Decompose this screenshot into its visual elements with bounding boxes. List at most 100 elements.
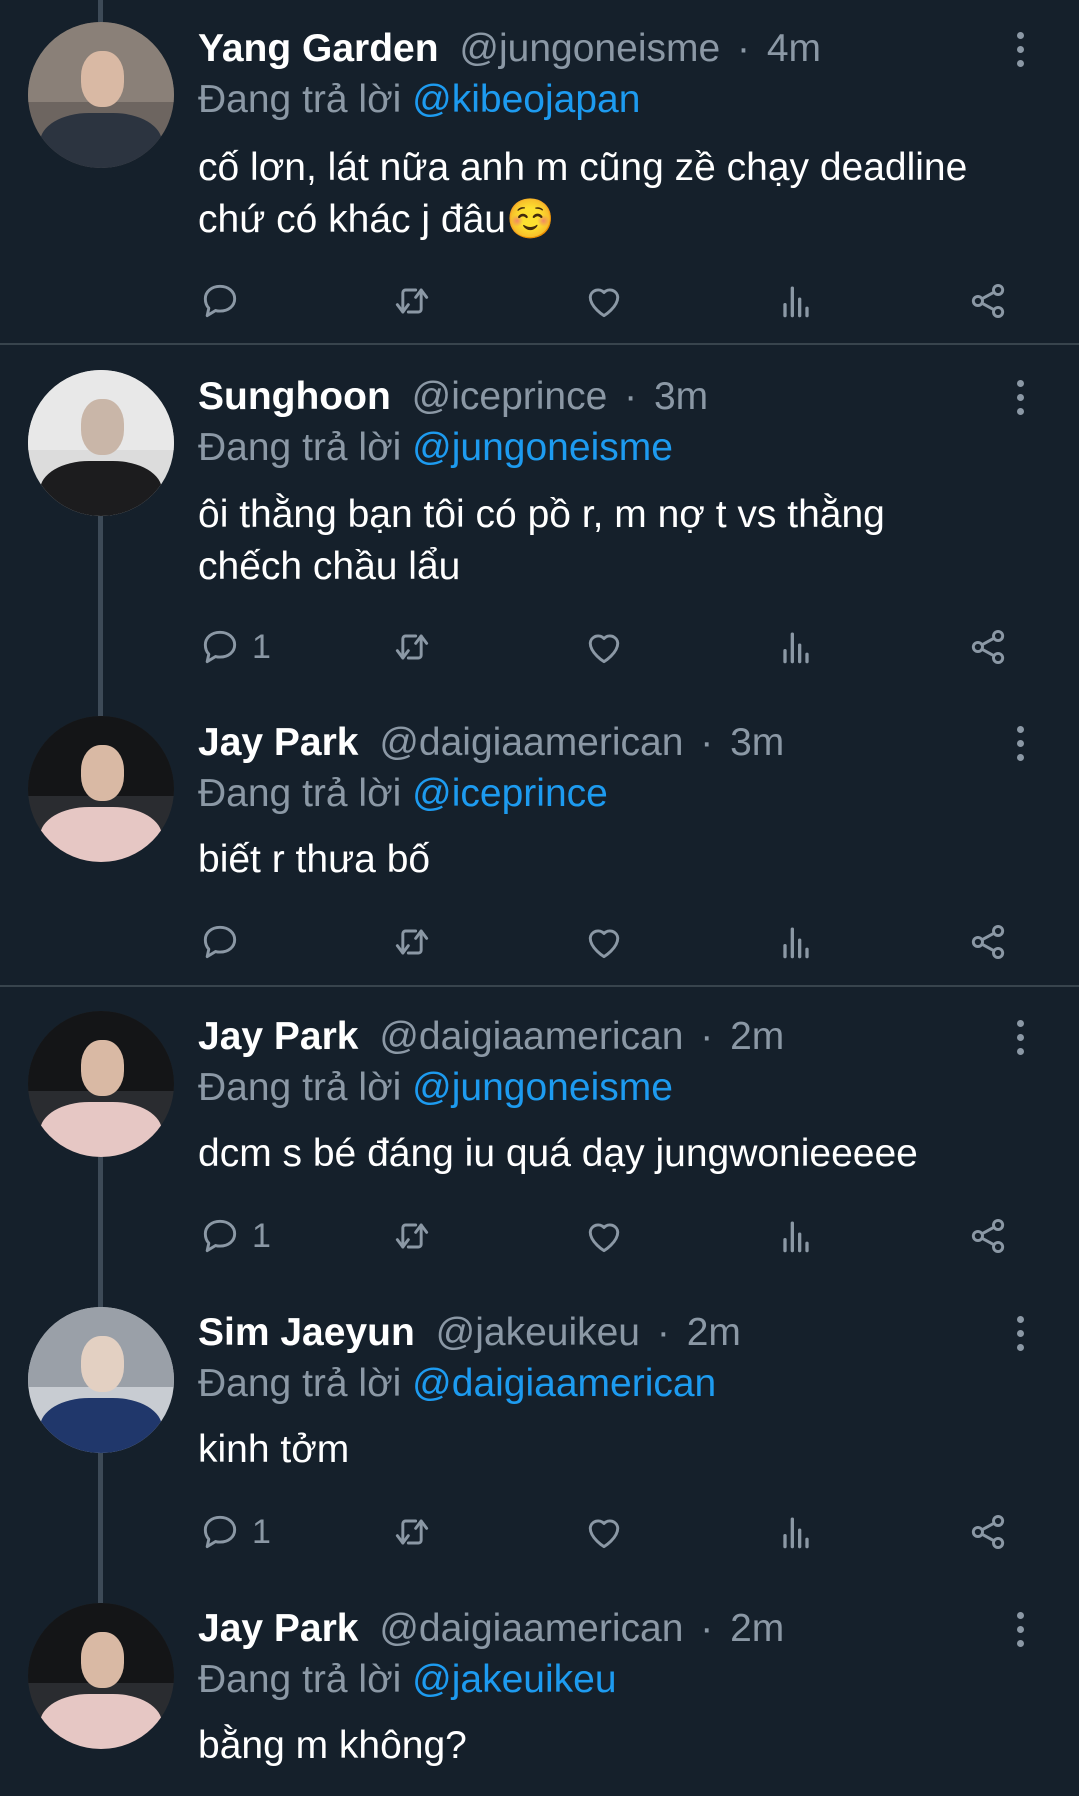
mention-link[interactable]: @kibeojapan [412, 78, 640, 121]
tweet-header: Sunghoon @iceprince · 3m [198, 372, 979, 422]
more-vertical-icon[interactable] [1010, 1018, 1030, 1058]
avatar[interactable] [28, 370, 174, 516]
tweet-text-line: kinh tởm [198, 1428, 350, 1471]
reply-button[interactable]: 1 [198, 622, 271, 672]
author-handle[interactable]: @daigiaamerican [379, 1015, 683, 1058]
tweet-text-line: chứ có khác j đâu☺️ [198, 198, 555, 241]
tweet-text: biết r thưa bố [198, 834, 1039, 886]
more-vertical-icon[interactable] [1010, 30, 1030, 70]
share-icon [971, 924, 1005, 960]
author-name[interactable]: Jay Park [198, 721, 358, 764]
tweet-text-line: cố lơn, lát nữa anh m cũng zề chạy deadl… [198, 146, 968, 189]
retweet-icon [395, 929, 429, 955]
views-chart-icon [783, 927, 809, 959]
author-handle[interactable]: @daigiaamerican [379, 1607, 683, 1650]
share-icon [971, 1514, 1005, 1550]
tweet-header: Sim Jaeyun @jakeuikeu · 2m [198, 1308, 979, 1358]
retweet-button[interactable] [390, 622, 434, 672]
avatar[interactable] [28, 1603, 174, 1749]
heart-icon [588, 1519, 620, 1549]
retweet-button[interactable] [390, 1507, 434, 1557]
timestamp[interactable]: 2m [730, 1607, 784, 1650]
tweet-2[interactable]: Sunghoon @iceprince · 3m Đang trả lời @j… [0, 345, 1079, 690]
retweet-icon [395, 634, 429, 660]
heart-icon [588, 288, 620, 318]
tweet-1[interactable]: Yang Garden @jungoneisme · 4m Đang trả l… [0, 0, 1079, 345]
views-button[interactable] [774, 276, 818, 326]
timestamp[interactable]: 4m [767, 27, 821, 70]
share-button[interactable] [966, 1507, 1010, 1557]
author-handle[interactable]: @jungoneisme [459, 27, 720, 70]
tweet-text-line: ôi thằng bạn tôi có pồ r, m nợ t vs thằn… [198, 493, 885, 536]
thread-line [98, 0, 103, 22]
reply-icon [203, 1219, 237, 1253]
separator-dot: · [700, 1607, 714, 1650]
timestamp[interactable]: 3m [730, 721, 784, 764]
avatar[interactable] [28, 22, 174, 168]
views-button[interactable] [774, 1507, 818, 1557]
mention-link[interactable]: @daigiaamerican [412, 1362, 716, 1405]
reply-icon [203, 630, 237, 664]
reply-icon [203, 284, 237, 318]
more-vertical-icon[interactable] [1010, 724, 1030, 764]
timestamp[interactable]: 2m [730, 1015, 784, 1058]
share-button[interactable] [966, 917, 1010, 967]
tweet-3[interactable]: Jay Park @daigiaamerican · 3m Đang trả l… [0, 690, 1079, 987]
author-handle[interactable]: @iceprince [412, 375, 608, 418]
more-vertical-icon[interactable] [1010, 1610, 1030, 1650]
timestamp[interactable]: 2m [687, 1311, 741, 1354]
views-button[interactable] [774, 622, 818, 672]
share-button[interactable] [966, 622, 1010, 672]
views-button[interactable] [774, 1211, 818, 1261]
replying-to-label: Đang trả lời [198, 78, 402, 121]
author-name[interactable]: Sunghoon [198, 375, 391, 418]
action-bar [0, 276, 1079, 326]
author-name[interactable]: Jay Park [198, 1607, 358, 1650]
author-handle[interactable]: @daigiaamerican [379, 721, 683, 764]
mention-link[interactable]: @iceprince [412, 772, 608, 815]
author-name[interactable]: Sim Jaeyun [198, 1311, 415, 1354]
reply-button[interactable] [198, 917, 242, 967]
avatar[interactable] [28, 716, 174, 862]
tweet-text: kinh tởm [198, 1424, 1039, 1476]
author-name[interactable]: Jay Park [198, 1015, 358, 1058]
replying-to-label: Đang trả lời [198, 1658, 402, 1701]
retweet-button[interactable] [390, 917, 434, 967]
tweet-5[interactable]: Sim Jaeyun @jakeuikeu · 2m Đang trả lời … [0, 1283, 1079, 1579]
share-button[interactable] [966, 1211, 1010, 1261]
views-button[interactable] [774, 917, 818, 967]
thread-line [98, 1579, 103, 1603]
author-name[interactable]: Yang Garden [198, 27, 439, 70]
tweet-header: Jay Park @daigiaamerican · 3m [198, 718, 979, 768]
like-button[interactable] [582, 917, 626, 967]
avatar[interactable] [28, 1011, 174, 1157]
tweet-6[interactable]: Jay Park @daigiaamerican · 2m Đang trả l… [0, 1579, 1079, 1796]
like-button[interactable] [582, 622, 626, 672]
tweet-text: cố lơn, lát nữa anh m cũng zề chạy deadl… [198, 142, 1039, 246]
timestamp[interactable]: 3m [654, 375, 708, 418]
tweet-4[interactable]: Jay Park @daigiaamerican · 2m Đang trả l… [0, 987, 1079, 1283]
reply-button[interactable] [198, 276, 242, 326]
like-button[interactable] [582, 276, 626, 326]
reply-button[interactable]: 1 [198, 1211, 271, 1261]
retweet-button[interactable] [390, 1211, 434, 1261]
reply-button[interactable]: 1 [198, 1507, 271, 1557]
retweet-button[interactable] [390, 276, 434, 326]
tweet-text: ôi thằng bạn tôi có pồ r, m nợ t vs thằn… [198, 489, 1039, 593]
like-button[interactable] [582, 1211, 626, 1261]
mention-link[interactable]: @jungoneisme [412, 1066, 673, 1109]
author-handle[interactable]: @jakeuikeu [436, 1311, 640, 1354]
mention-link[interactable]: @jungoneisme [412, 426, 673, 469]
more-vertical-icon[interactable] [1010, 1314, 1030, 1354]
like-button[interactable] [582, 1507, 626, 1557]
mention-link[interactable]: @jakeuikeu [412, 1658, 616, 1701]
avatar[interactable] [28, 1307, 174, 1453]
views-chart-icon [783, 286, 809, 318]
thread-line [98, 690, 103, 716]
tweet-header: Yang Garden @jungoneisme · 4m [198, 24, 979, 74]
replying-to: Đang trả lời @iceprince [198, 769, 608, 819]
more-vertical-icon[interactable] [1010, 378, 1030, 418]
share-icon [971, 629, 1005, 665]
reply-count: 1 [252, 1216, 271, 1255]
share-button[interactable] [966, 276, 1010, 326]
